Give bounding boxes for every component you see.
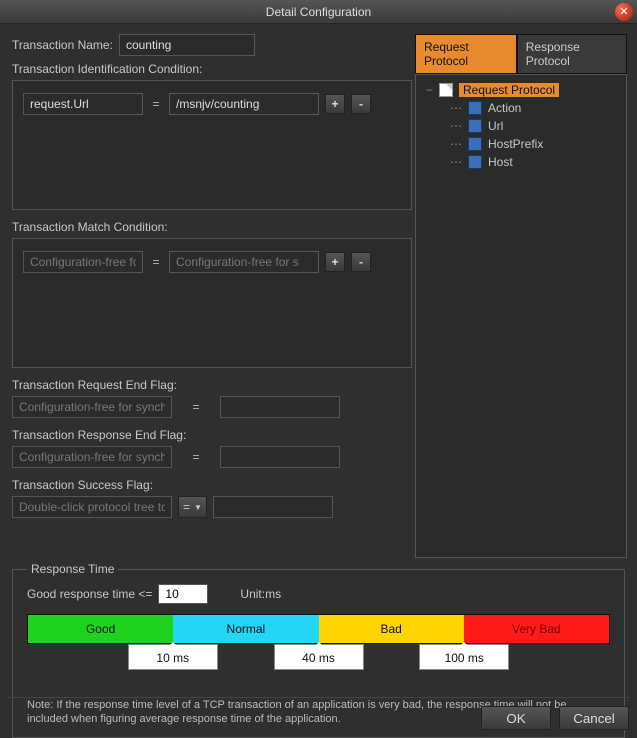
id-condition-label: Transaction Identification Condition: [12, 62, 412, 76]
match-cond-field-input[interactable] [23, 251, 143, 273]
field-icon [468, 155, 482, 169]
success-operator-select[interactable]: = ▼ [178, 496, 207, 518]
match-condition-label: Transaction Match Condition: [12, 220, 412, 234]
tab-response-protocol[interactable]: Response Protocol [517, 34, 627, 74]
good-response-label: Good response time <= [27, 587, 152, 601]
req-end-field-input[interactable] [12, 396, 172, 418]
transaction-name-label: Transaction Name: [12, 38, 113, 52]
id-cond-field-input[interactable] [23, 93, 143, 115]
field-icon [468, 137, 482, 151]
response-time-markers: 10 ms 40 ms 100 ms [27, 644, 610, 684]
seg-normal: Normal [173, 615, 318, 643]
equals-sign: = [178, 450, 214, 464]
file-icon [439, 83, 453, 97]
ok-button[interactable]: OK [481, 706, 551, 730]
marker-1[interactable]: 10 ms [128, 644, 218, 670]
transaction-name-input[interactable] [119, 34, 255, 56]
cancel-button[interactable]: Cancel [559, 706, 629, 730]
tab-request-protocol[interactable]: Request Protocol [415, 34, 517, 74]
good-response-input[interactable] [158, 584, 208, 604]
seg-very-bad: Very Bad [464, 615, 609, 643]
protocol-tree[interactable]: − Request Protocol ⋯ Action ⋯ Url ⋯ Host… [415, 74, 627, 558]
match-cond-value-input[interactable] [169, 251, 319, 273]
id-condition-box: = + - [12, 80, 412, 210]
marker-2[interactable]: 40 ms [274, 644, 364, 670]
minus-icon: − [426, 83, 433, 97]
tree-root-label: Request Protocol [459, 83, 559, 97]
id-cond-value-input[interactable] [169, 93, 319, 115]
dialog-body: Transaction Name: Transaction Identifica… [0, 24, 637, 736]
tree-item-label: Url [488, 119, 503, 133]
equals-sign: = [149, 97, 163, 111]
titlebar: Detail Configuration ✕ [0, 0, 637, 24]
window-title: Detail Configuration [266, 5, 371, 19]
field-icon [468, 101, 482, 115]
tree-item-label: HostPrefix [488, 137, 543, 151]
equals-sign: = [149, 255, 163, 269]
tree-root[interactable]: − Request Protocol [422, 81, 620, 99]
resp-end-value-input[interactable] [220, 446, 340, 468]
close-icon[interactable]: ✕ [615, 3, 633, 21]
marker-3[interactable]: 100 ms [419, 644, 509, 670]
tree-item-label: Action [488, 101, 521, 115]
chevron-down-icon: ▼ [194, 503, 202, 512]
unit-label: Unit:ms [240, 587, 281, 601]
success-value-input[interactable] [213, 496, 333, 518]
tree-item-hostprefix[interactable]: ⋯ HostPrefix [422, 135, 620, 153]
tree-item-host[interactable]: ⋯ Host [422, 153, 620, 171]
equals-sign: = [178, 400, 214, 414]
tree-item-action[interactable]: ⋯ Action [422, 99, 620, 117]
field-icon [468, 119, 482, 133]
success-operator-value: = [183, 500, 190, 514]
match-condition-box: = + - [12, 238, 412, 368]
protocol-tabs: Request Protocol Response Protocol [415, 34, 627, 74]
seg-good: Good [28, 615, 173, 643]
req-end-value-input[interactable] [220, 396, 340, 418]
response-time-legend: Response Time [27, 562, 118, 576]
match-cond-remove-button[interactable]: - [351, 252, 371, 272]
request-end-flag-label: Transaction Request End Flag: [12, 378, 412, 392]
tree-item-label: Host [488, 155, 513, 169]
tree-item-url[interactable]: ⋯ Url [422, 117, 620, 135]
dialog-footer: OK Cancel [8, 697, 629, 730]
resp-end-field-input[interactable] [12, 446, 172, 468]
match-cond-add-button[interactable]: + [325, 252, 345, 272]
seg-bad: Bad [319, 615, 464, 643]
success-flag-label: Transaction Success Flag: [12, 478, 412, 492]
success-field-input[interactable] [12, 496, 172, 518]
id-cond-add-button[interactable]: + [325, 94, 345, 114]
id-cond-remove-button[interactable]: - [351, 94, 371, 114]
response-end-flag-label: Transaction Response End Flag: [12, 428, 412, 442]
